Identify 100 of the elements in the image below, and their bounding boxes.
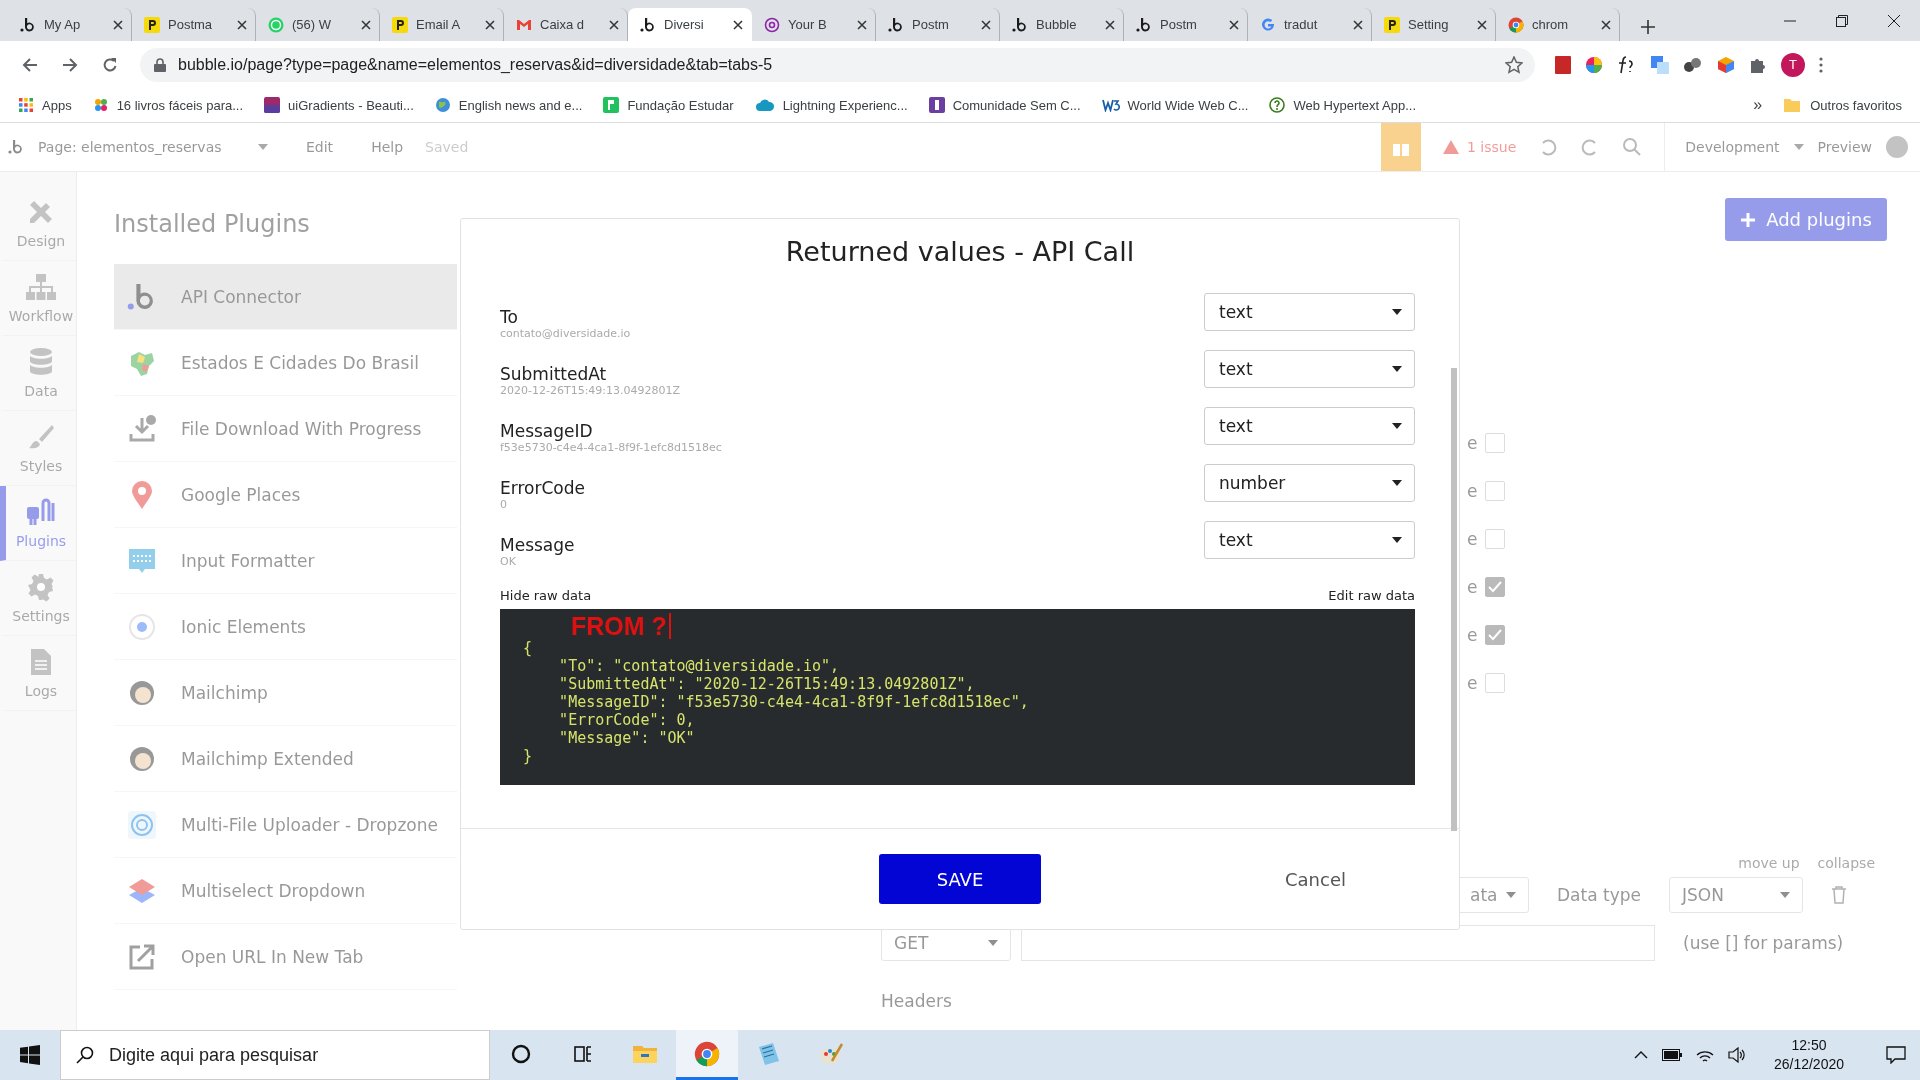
bubble-logo-icon bbox=[640, 16, 656, 33]
close-icon[interactable] bbox=[1888, 14, 1900, 27]
circles-icon[interactable] bbox=[1683, 56, 1703, 73]
sample-value: OK bbox=[500, 555, 517, 568]
type-dropdown[interactable]: text bbox=[1204, 350, 1415, 388]
cube-icon[interactable] bbox=[1717, 55, 1735, 74]
bookmark[interactable]: 16 livros fáceis para... bbox=[92, 97, 244, 113]
close-icon[interactable] bbox=[237, 19, 247, 30]
text-cursor bbox=[668, 613, 671, 639]
close-icon[interactable] bbox=[1105, 19, 1115, 30]
restore-icon[interactable] bbox=[1836, 14, 1848, 27]
translate-icon[interactable] bbox=[1651, 55, 1669, 74]
type-dropdown[interactable]: text bbox=[1204, 407, 1415, 445]
caret-icon bbox=[258, 144, 268, 150]
p-logo-icon bbox=[144, 16, 160, 33]
gear-icon bbox=[26, 572, 56, 602]
save-button[interactable]: SAVE bbox=[879, 854, 1041, 904]
annotation-text: FROM ? bbox=[571, 617, 667, 635]
option-label: e bbox=[1467, 625, 1478, 645]
browser-tab[interactable]: Diversi bbox=[628, 8, 752, 41]
close-icon[interactable] bbox=[113, 19, 123, 30]
battery-icon[interactable] bbox=[1661, 1049, 1682, 1061]
reload-icon[interactable] bbox=[102, 56, 118, 73]
minimize-icon[interactable] bbox=[1784, 19, 1796, 22]
bookmark[interactable]: Lightning Experienc... bbox=[754, 97, 908, 113]
close-icon[interactable] bbox=[1353, 19, 1363, 30]
speaker-icon[interactable] bbox=[1727, 1047, 1746, 1063]
code-line: "To": "contato@diversidade.io", bbox=[558, 657, 840, 675]
bookmark[interactable]: uiGradients - Beauti... bbox=[264, 97, 414, 113]
bookmark[interactable]: Web Hypertext App... bbox=[1269, 97, 1417, 113]
close-icon[interactable] bbox=[857, 19, 867, 30]
caret-icon bbox=[1793, 144, 1804, 150]
edit-raw-link[interactable]: Edit raw data bbox=[1328, 588, 1415, 603]
bookmark[interactable]: Fundação Estudar bbox=[603, 97, 734, 113]
back-arrow-icon[interactable] bbox=[22, 56, 38, 73]
bookmark-tag-icon bbox=[928, 97, 945, 113]
new-tab-icon[interactable] bbox=[1640, 19, 1656, 35]
chrome-logo-icon bbox=[694, 1040, 720, 1067]
menu-icon[interactable] bbox=[1819, 56, 1823, 73]
close-icon[interactable] bbox=[1229, 19, 1239, 30]
cancel-button[interactable]: Cancel bbox=[1279, 867, 1352, 891]
windows-logo-icon[interactable] bbox=[20, 1045, 40, 1065]
question-icon bbox=[1269, 97, 1286, 113]
sample-value: contato@diversidade.io bbox=[500, 327, 631, 340]
star-icon[interactable] bbox=[1505, 55, 1523, 74]
close-icon[interactable] bbox=[485, 19, 495, 30]
document-icon bbox=[29, 647, 53, 677]
bookmark[interactable]: Comunidade Sem C... bbox=[928, 97, 1081, 113]
forward-arrow-icon[interactable] bbox=[62, 56, 78, 73]
code-line: "MessageID": "f53e5730-c4e4-4ca1-8f9f-1efc8d1518ec", bbox=[558, 693, 1029, 711]
sample-value: 0 bbox=[500, 498, 508, 511]
notification-icon[interactable] bbox=[1886, 1046, 1906, 1064]
flower-icon bbox=[92, 97, 109, 113]
profile-avatar[interactable]: T bbox=[1781, 52, 1805, 77]
checkbox[interactable] bbox=[1485, 433, 1506, 453]
database-icon bbox=[28, 347, 54, 377]
warning-icon bbox=[1442, 140, 1459, 154]
chevron-up-icon[interactable] bbox=[1633, 1051, 1648, 1059]
url-text: bubble.io/page?type=page&name=elementos_reservas&id=diversidade&tab=tabs-5 bbox=[178, 55, 774, 74]
checkbox[interactable] bbox=[1485, 625, 1506, 645]
close-icon[interactable] bbox=[981, 19, 991, 30]
bookmark[interactable]: English news and e... bbox=[434, 97, 583, 113]
scrollbar[interactable] bbox=[1451, 368, 1457, 831]
field-name: ErrorCode bbox=[500, 478, 585, 498]
close-icon[interactable] bbox=[361, 19, 371, 30]
address-bar[interactable]: bubble.io/page?type=page&name=elementos_reservas&id=diversidade&tab=tabs-5 bbox=[140, 47, 1535, 82]
option-label: e bbox=[1467, 673, 1478, 693]
at-sign-icon bbox=[764, 16, 780, 33]
checkbox[interactable] bbox=[1485, 577, 1506, 597]
field-name: To bbox=[500, 307, 519, 327]
hide-raw-link[interactable]: Hide raw data bbox=[500, 588, 592, 603]
bookmark-folder[interactable]: Outros favoritos bbox=[1784, 97, 1902, 113]
type-dropdown[interactable]: text bbox=[1204, 521, 1415, 559]
close-icon[interactable] bbox=[609, 19, 619, 30]
book-icon[interactable] bbox=[1555, 55, 1571, 74]
bookmark[interactable]: World Wide Web C... bbox=[1101, 97, 1249, 113]
code-line: { bbox=[523, 639, 533, 657]
checkbox[interactable] bbox=[1485, 529, 1506, 549]
type-dropdown[interactable]: text bbox=[1204, 293, 1415, 331]
check-icon bbox=[1488, 629, 1503, 641]
bookmark[interactable]: Apps bbox=[18, 97, 72, 113]
search-field[interactable]: Digite aqui para pesquisar bbox=[60, 1030, 490, 1080]
type-dropdown[interactable]: number bbox=[1204, 464, 1415, 502]
checkbox[interactable] bbox=[1485, 481, 1506, 501]
close-icon[interactable] bbox=[1601, 19, 1611, 30]
apps-grid-icon bbox=[18, 97, 34, 113]
color-wheel-icon[interactable] bbox=[1585, 55, 1603, 74]
concentric-icon bbox=[127, 809, 157, 840]
checkbox[interactable] bbox=[1485, 673, 1506, 693]
caret-icon bbox=[1392, 480, 1402, 486]
close-icon[interactable] bbox=[733, 19, 743, 30]
g-logo-icon bbox=[1260, 16, 1276, 33]
cloud-icon bbox=[754, 98, 775, 112]
chat-bubble-icon bbox=[268, 16, 284, 33]
close-icon[interactable] bbox=[1477, 19, 1487, 30]
bubble-logo-icon bbox=[20, 16, 36, 33]
globe-icon bbox=[434, 97, 451, 113]
clock[interactable]: 12:50 26/12/2020 bbox=[1759, 1036, 1858, 1074]
more-bookmarks[interactable]: » bbox=[1753, 96, 1763, 114]
download-icon bbox=[127, 413, 157, 444]
